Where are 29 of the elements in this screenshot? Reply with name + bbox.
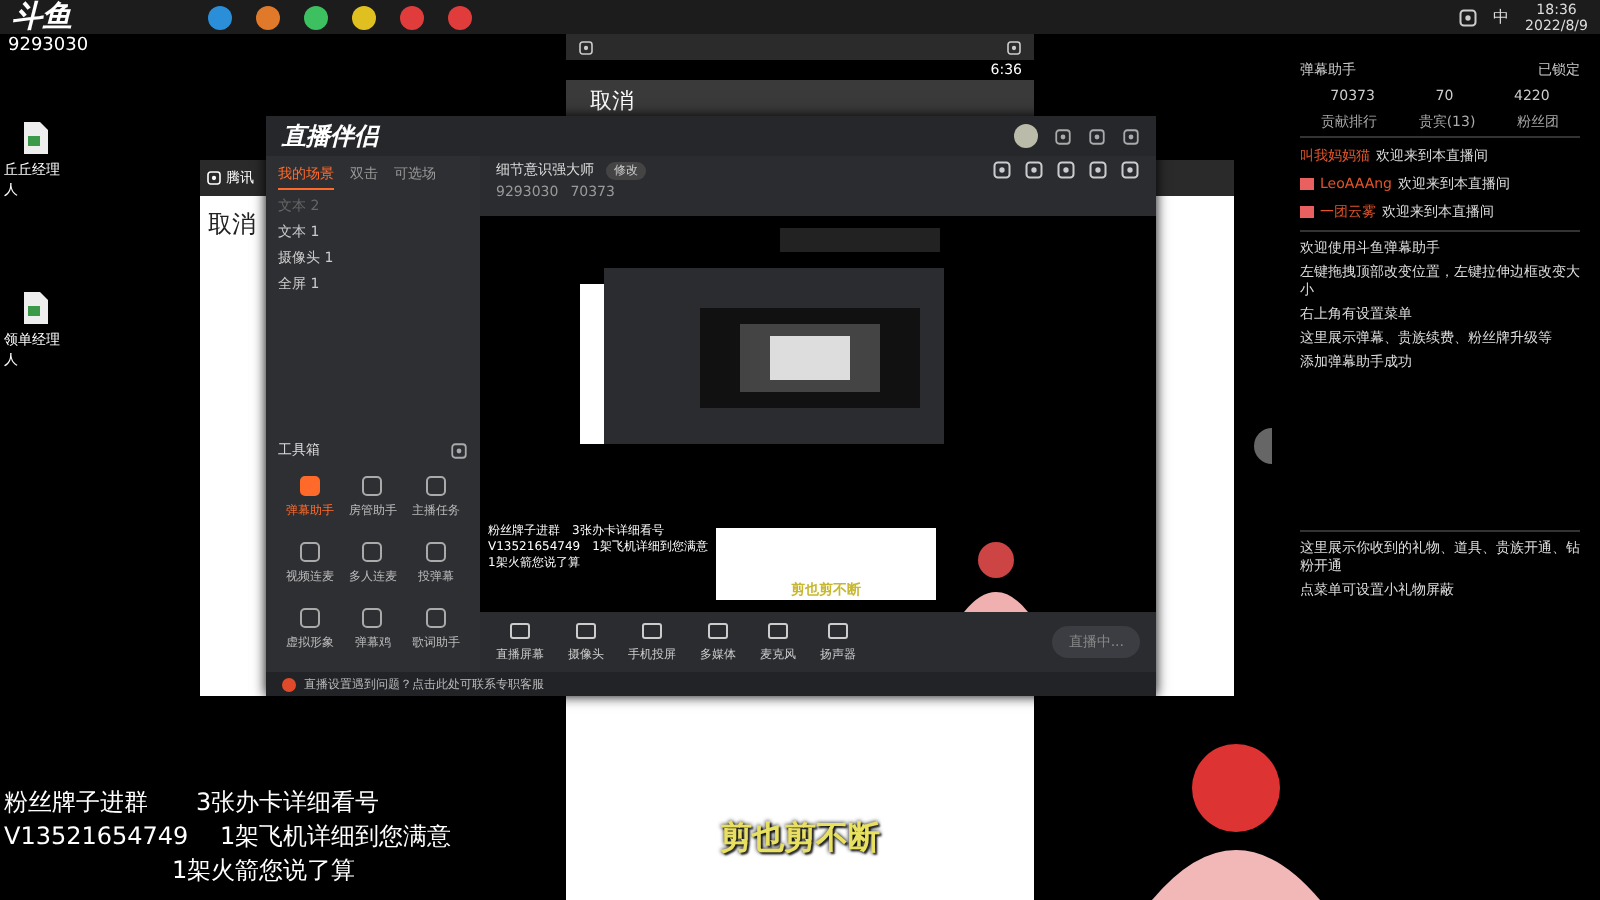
file-icon[interactable] <box>22 290 50 326</box>
tool-icon <box>297 474 322 498</box>
avatar-icon[interactable] <box>1014 124 1038 148</box>
overlay-text: 1架火箭您说了算 <box>170 854 358 888</box>
monitor-icon <box>640 620 664 644</box>
monitor-icon <box>766 620 790 644</box>
subtitle-caption: 剪也剪不断 <box>720 818 880 860</box>
tool-icon <box>297 606 322 630</box>
input-language[interactable]: 中 <box>1493 6 1510 28</box>
tool-icon <box>360 474 385 498</box>
cancel-button[interactable]: 取消 <box>208 208 256 242</box>
tool-icon <box>297 540 322 564</box>
cancel-button[interactable]: 取消 <box>590 85 634 115</box>
monitor-icon <box>574 620 598 644</box>
file-icon[interactable] <box>22 120 50 156</box>
overlay-text: V13521654749 1架飞机详细到您满意 <box>4 820 452 854</box>
room-id: 9293030 <box>8 36 89 56</box>
app-logo: 直播伴侣 <box>282 119 378 153</box>
monitor-icon <box>826 620 850 644</box>
logo: 斗鱼 <box>12 0 72 36</box>
monitor-icon <box>508 620 532 644</box>
tool-icon <box>360 540 385 564</box>
alert-icon <box>282 677 296 691</box>
tool-icon <box>424 540 449 564</box>
overlay-text: 粉丝牌子进群 3张办卡详细看号 <box>4 786 382 820</box>
tool-icon <box>424 606 449 630</box>
tool-icon <box>360 606 385 630</box>
tool-icon <box>424 474 449 498</box>
monitor-icon <box>706 620 730 644</box>
